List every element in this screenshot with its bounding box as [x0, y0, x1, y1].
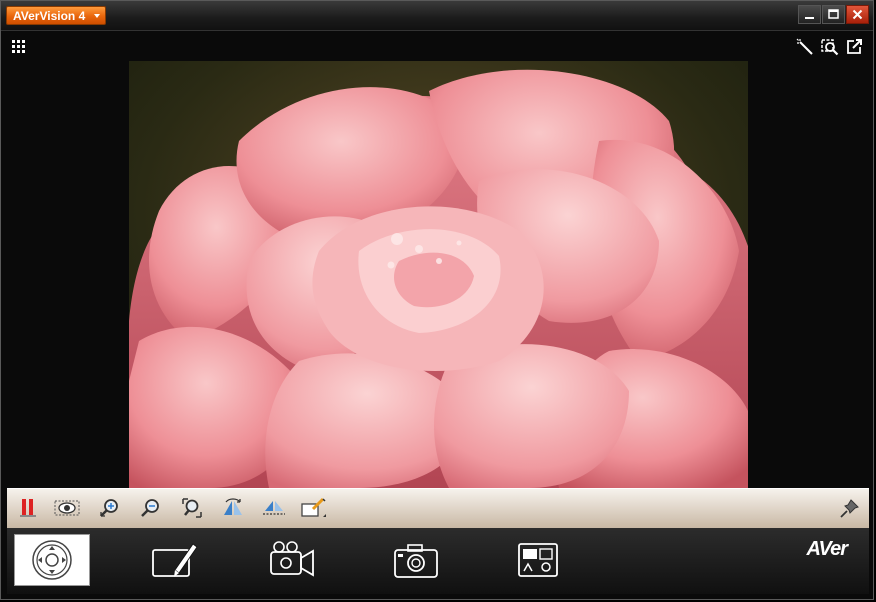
- minimize-button[interactable]: [798, 5, 821, 24]
- maximize-icon: [828, 9, 839, 19]
- tab-capture[interactable]: [378, 534, 454, 586]
- drawing-tablet-icon: [152, 543, 198, 577]
- image-toolbar: [7, 488, 869, 528]
- annotation-mode-button[interactable]: [301, 495, 327, 521]
- gallery-icon: [518, 543, 558, 577]
- visual-mode-button[interactable]: [54, 495, 80, 521]
- camera-control-icon: [32, 540, 72, 580]
- zoom-reset-button[interactable]: [179, 495, 205, 521]
- aver-logo: AVer: [806, 538, 848, 560]
- annotation-pen-icon: [796, 38, 813, 55]
- zoom-region-icon: [821, 39, 839, 56]
- rotate-button[interactable]: [220, 495, 246, 521]
- zoom-in-button[interactable]: [97, 495, 123, 521]
- freeze-icon: [20, 499, 36, 517]
- close-button[interactable]: [846, 5, 869, 24]
- annotation-pen-button[interactable]: [795, 37, 815, 57]
- grid-menu-button[interactable]: [10, 38, 28, 56]
- pin-icon: [840, 499, 859, 518]
- mirror-icon: [263, 501, 285, 515]
- app-menu-button[interactable]: AVerVision 4: [6, 6, 107, 25]
- live-video-feed: [129, 61, 748, 488]
- tab-drawing[interactable]: [137, 534, 213, 586]
- maximize-button[interactable]: [822, 5, 845, 24]
- external-window-button[interactable]: [845, 37, 865, 57]
- window-controls: [798, 5, 869, 24]
- video-record-icon: [270, 541, 314, 577]
- capture-photo-icon: [394, 544, 438, 578]
- tab-video-record[interactable]: [255, 534, 331, 586]
- rotate-icon: [224, 498, 242, 515]
- top-icon-bar: [1, 31, 873, 61]
- bottom-tab-bar: AVer: [7, 528, 869, 594]
- mirror-button[interactable]: [261, 495, 287, 521]
- tab-camera-control[interactable]: [14, 534, 90, 586]
- tab-gallery[interactable]: [500, 534, 576, 586]
- freeze-button[interactable]: [15, 495, 41, 521]
- zoom-out-button[interactable]: [138, 495, 164, 521]
- dropdown-caret-icon: [94, 14, 101, 18]
- external-window-icon: [847, 39, 862, 54]
- zoom-reset-icon: [182, 498, 202, 518]
- annotation-mode-icon: [301, 497, 326, 517]
- app-window: AVerVision 4 AVer: [0, 0, 874, 600]
- minimize-icon: [805, 17, 814, 19]
- visual-mode-icon: [54, 500, 80, 516]
- zoom-in-icon: [100, 499, 118, 517]
- grid-menu-icon: [12, 40, 25, 53]
- rose-image: [129, 61, 748, 488]
- zoom-out-icon: [141, 499, 159, 517]
- pin-toolbar-button[interactable]: [837, 495, 863, 521]
- app-title: AVerVision 4: [13, 9, 86, 23]
- close-icon: [852, 9, 863, 20]
- title-bar: AVerVision 4: [1, 1, 873, 31]
- zoom-region-button[interactable]: [820, 37, 840, 57]
